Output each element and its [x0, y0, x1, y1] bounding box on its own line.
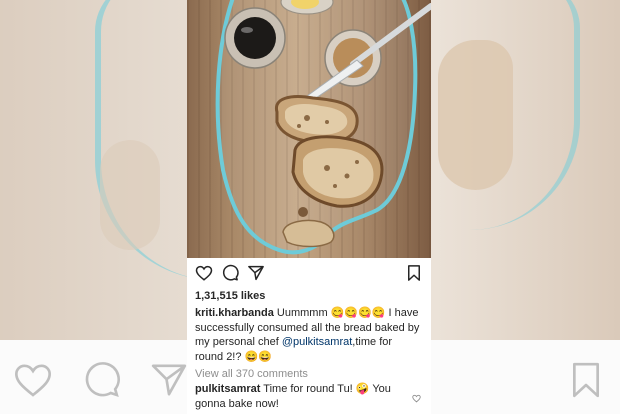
comment-username[interactable]: pulkitsamrat: [195, 383, 260, 395]
paper-plane-icon: [151, 364, 187, 396]
caption-username[interactable]: kriti.kharbanda: [195, 307, 274, 319]
heart-icon[interactable]: [195, 264, 213, 282]
comment-item: pulkitsamrat Time for round Tu! 🤪 You go…: [187, 380, 431, 411]
caption-mention[interactable]: @pulkitsamrat: [282, 336, 352, 348]
heart-icon: [14, 364, 52, 397]
bread-slice: [275, 95, 359, 144]
comment-bubble-icon: [85, 362, 120, 398]
post-caption: kriti.kharbanda Uummmm 😋😋😋😋 I have succe…: [187, 304, 431, 364]
paper-plane-icon[interactable]: [247, 264, 265, 282]
comment-bubble-icon[interactable]: [221, 264, 239, 282]
photo-scene: [215, 0, 431, 255]
bookmark-icon[interactable]: [405, 264, 423, 282]
like-count[interactable]: 1,31,515 likes: [187, 288, 431, 304]
view-all-comments-link[interactable]: View all 370 comments: [187, 364, 431, 380]
small-heart-icon[interactable]: [412, 394, 421, 403]
post-action-bar: [187, 258, 431, 288]
post-photo[interactable]: [187, 0, 431, 258]
instagram-post: 1,31,515 likes kriti.kharbanda Uummmm 😋😋…: [187, 0, 431, 414]
backdrop-bread: [100, 140, 160, 250]
bookmark-icon: [573, 362, 599, 398]
backdrop-bread: [438, 40, 513, 190]
sauce: [234, 17, 276, 59]
bread-crumbs: [282, 219, 335, 248]
